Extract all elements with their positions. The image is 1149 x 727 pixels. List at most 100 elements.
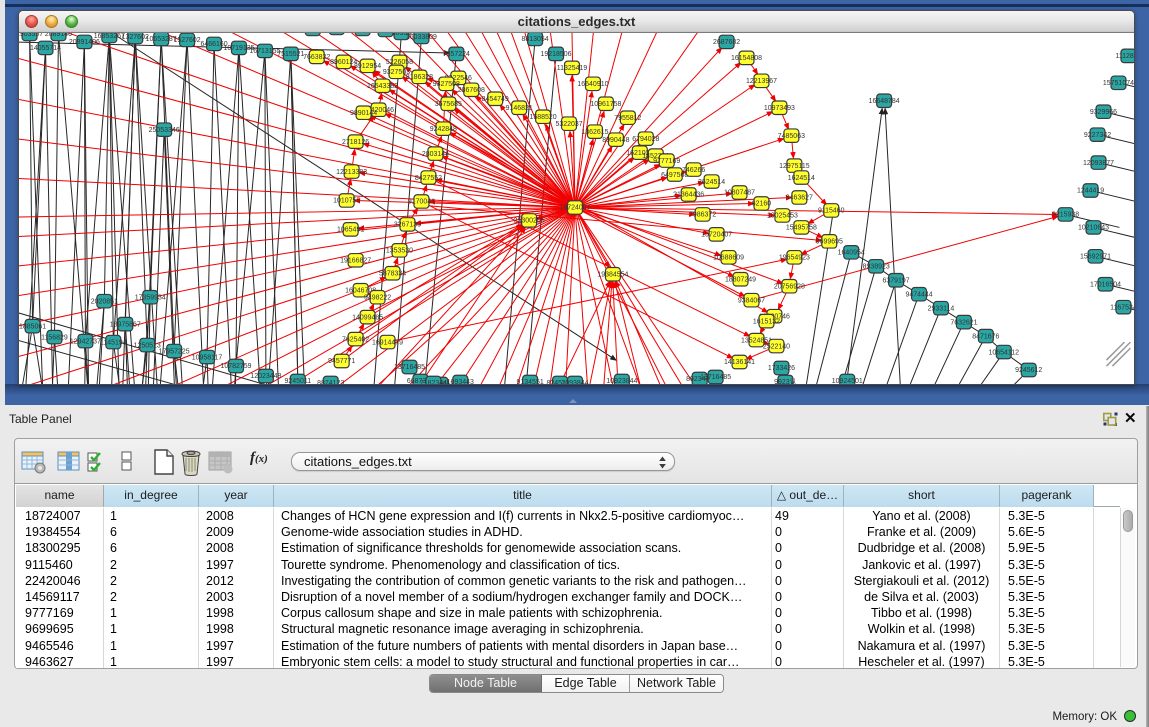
svg-text:1010755: 1010755 xyxy=(333,198,360,205)
svg-text:7515521: 7515521 xyxy=(277,51,304,58)
svg-text:10025453: 10025453 xyxy=(767,213,798,220)
svg-text:10210643: 10210643 xyxy=(1078,225,1109,232)
svg-text:21364436: 21364436 xyxy=(673,192,704,199)
svg-text:3215938: 3215938 xyxy=(1052,212,1079,219)
svg-text:5878334: 5878334 xyxy=(379,271,406,278)
svg-text:9227342: 9227342 xyxy=(1084,132,1111,139)
svg-text:1362615: 1362615 xyxy=(581,129,608,136)
svg-text:19654923: 19654923 xyxy=(779,255,810,262)
svg-text:62160: 62160 xyxy=(752,201,772,208)
svg-text:10654112: 10654112 xyxy=(989,349,1020,356)
svg-text:9699695: 9699695 xyxy=(816,239,843,246)
svg-text:7955812: 7955812 xyxy=(614,115,641,122)
svg-text:14099485: 14099485 xyxy=(352,314,383,321)
svg-text:5322037: 5322037 xyxy=(555,121,582,128)
svg-text:7857224: 7857224 xyxy=(443,51,470,58)
svg-text:746266: 746266 xyxy=(682,167,705,174)
svg-text:9327508: 9327508 xyxy=(433,81,460,88)
svg-text:12213383: 12213383 xyxy=(336,169,367,176)
svg-text:1167534: 1167534 xyxy=(1110,304,1134,311)
svg-text:10924501: 10924501 xyxy=(832,378,863,384)
svg-text:9384067: 9384067 xyxy=(738,297,765,304)
svg-text:15692971: 15692971 xyxy=(1080,254,1111,261)
svg-text:25300205: 25300205 xyxy=(514,218,545,225)
svg-text:3267130: 3267130 xyxy=(394,222,421,229)
svg-text:9923认: 9923认 xyxy=(774,377,797,384)
svg-text:7182344: 7182344 xyxy=(420,380,447,384)
svg-text:2020851: 2020851 xyxy=(91,298,118,305)
svg-text:25053346: 25053346 xyxy=(149,127,180,134)
svg-text:16033809: 16033809 xyxy=(406,34,437,41)
svg-text:13716485: 13716485 xyxy=(394,364,425,371)
svg-text:10973493: 10973493 xyxy=(764,105,795,112)
svg-text:1156829: 1156829 xyxy=(41,334,68,341)
svg-text:1615132: 1615132 xyxy=(753,318,780,325)
svg-text:17016504: 17016504 xyxy=(1090,281,1121,288)
svg-text:9474444: 9474444 xyxy=(905,291,932,298)
svg-text:13716485: 13716485 xyxy=(700,374,731,381)
svg-text:18724007: 18724007 xyxy=(559,205,590,212)
svg-text:20756928: 20756928 xyxy=(774,283,805,290)
svg-text:9457771: 9457771 xyxy=(328,358,355,365)
svg-text:2089140: 2089140 xyxy=(45,33,72,38)
svg-text:1903557: 1903557 xyxy=(19,33,43,38)
svg-text:2803144: 2803144 xyxy=(422,151,449,158)
svg-text:10653287: 10653287 xyxy=(146,36,177,43)
svg-text:8912954: 8912954 xyxy=(354,63,381,70)
svg-text:9146821: 9146821 xyxy=(506,105,533,112)
svg-text:8471676: 8471676 xyxy=(972,333,999,340)
svg-text:15495758: 15495758 xyxy=(786,225,817,232)
svg-text:14055714: 14055714 xyxy=(30,45,61,52)
svg-text:16154808: 16154808 xyxy=(731,55,762,62)
svg-text:7663822: 7663822 xyxy=(303,54,330,61)
svg-text:1527602: 1527602 xyxy=(174,37,201,44)
svg-text:12093877: 12093877 xyxy=(1083,160,1114,167)
svg-text:20891406: 20891406 xyxy=(69,39,100,46)
svg-text:16648784: 16648784 xyxy=(869,98,900,105)
svg-text:8454749: 8454749 xyxy=(482,96,509,103)
svg-text:15751074: 15751074 xyxy=(1103,80,1134,87)
svg-text:9890144: 9890144 xyxy=(350,110,377,117)
svg-text:7986372: 7986372 xyxy=(689,212,716,219)
svg-text:7485063: 7485063 xyxy=(778,133,805,140)
svg-text:1093443: 1093443 xyxy=(447,379,474,384)
svg-text:8874123: 8874123 xyxy=(317,380,344,384)
svg-text:6794028: 6794028 xyxy=(632,136,659,143)
svg-text:16640910: 16640910 xyxy=(577,81,608,88)
svg-text:9115460: 9115460 xyxy=(818,208,845,215)
svg-text:8427552: 8427552 xyxy=(415,175,442,182)
svg-text:9170041: 9170041 xyxy=(408,199,435,206)
svg-text:1733426: 1733426 xyxy=(768,365,795,372)
svg-text:904113: 904113 xyxy=(374,33,397,34)
svg-text:16713155: 16713155 xyxy=(249,48,280,55)
svg-text:6379197: 6379197 xyxy=(883,277,910,284)
svg-text:19218506: 19218506 xyxy=(541,51,572,58)
svg-text:17359934: 17359934 xyxy=(135,294,166,301)
svg-text:1885061: 1885061 xyxy=(19,323,46,330)
svg-text:10807487: 10807487 xyxy=(724,190,755,197)
svg-text:2867608: 2867608 xyxy=(458,87,485,94)
svg-text:16853267: 16853267 xyxy=(94,33,125,40)
svg-text:18807249: 18807249 xyxy=(725,276,756,283)
svg-text:8990448: 8990448 xyxy=(602,137,629,144)
svg-text:10961758: 10961758 xyxy=(590,101,621,108)
svg-text:9242848: 9242848 xyxy=(430,126,457,133)
svg-text:2718126: 2718126 xyxy=(342,139,369,146)
svg-text:3624514: 3624514 xyxy=(698,179,725,186)
svg-text:1640954: 1640954 xyxy=(838,250,865,257)
svg-text:10688609: 10688609 xyxy=(713,255,744,262)
svg-text:19166827: 19166827 xyxy=(340,258,371,265)
svg-text:8813054: 8813054 xyxy=(522,36,549,43)
svg-text:9245612: 9245612 xyxy=(1015,367,1042,374)
svg-text:2522140: 2522140 xyxy=(763,343,790,350)
svg-text:12942737: 12942737 xyxy=(70,338,101,345)
svg-text:1588520: 1588520 xyxy=(530,114,557,121)
svg-text:7632621: 7632621 xyxy=(950,319,977,326)
svg-text:10782759: 10782759 xyxy=(220,363,251,370)
svg-text:1145194: 1145194 xyxy=(100,339,127,346)
svg-text:8938923: 8938923 xyxy=(863,264,890,271)
svg-text:19384554: 19384554 xyxy=(597,272,628,279)
svg-text:2933114: 2933114 xyxy=(928,305,955,312)
svg-text:14136141: 14136141 xyxy=(724,359,755,366)
svg-text:2093844: 2093844 xyxy=(561,380,588,384)
